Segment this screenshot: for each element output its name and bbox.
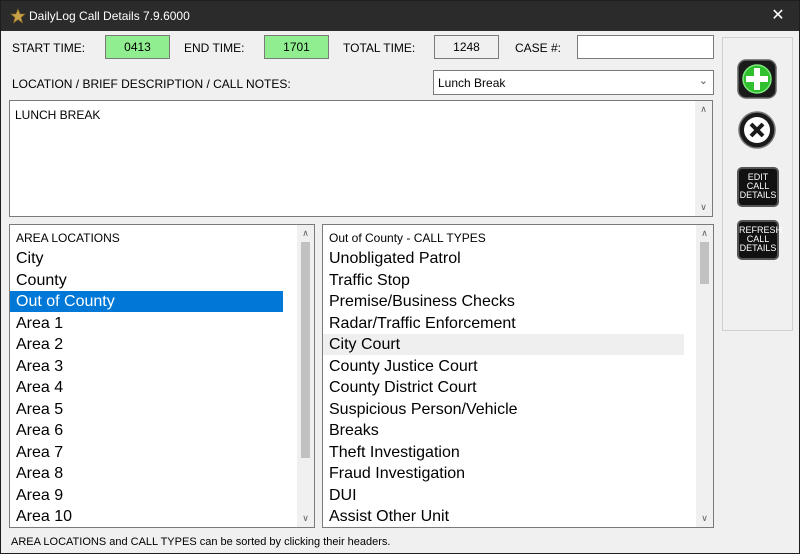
list-item[interactable]: Out of County	[10, 291, 283, 312]
notes-preset-dropdown[interactable]: Lunch Break ⌄	[433, 70, 714, 95]
scrollbar-thumb[interactable]	[301, 242, 310, 458]
area-locations-scrollbar[interactable]: ∧ ∨	[297, 225, 314, 527]
list-item[interactable]: Area 6	[10, 420, 283, 441]
close-window-button[interactable]: ✕	[763, 4, 793, 28]
list-item[interactable]: Fraud Investigation	[323, 463, 684, 484]
list-item[interactable]: Area 9	[10, 485, 283, 506]
total-time-label: TOTAL TIME:	[343, 41, 416, 55]
star-badge-icon	[10, 8, 26, 24]
scrollbar-thumb[interactable]	[700, 242, 709, 284]
call-details-window: DailyLog Call Details 7.9.6000 ✕ START T…	[0, 0, 800, 554]
end-time-field[interactable]: 1701	[264, 35, 329, 59]
start-time-field[interactable]: 0413	[105, 35, 170, 59]
edit-button-line-3: DETAILS	[739, 190, 777, 200]
edit-call-details-button[interactable]: EDIT CALL DETAILS	[737, 167, 779, 207]
list-item[interactable]: Area 4	[10, 377, 283, 398]
list-item[interactable]: Premise/Business Checks	[323, 291, 684, 312]
scroll-up-icon[interactable]: ∧	[696, 225, 713, 242]
list-item[interactable]: Area 1	[10, 313, 283, 334]
list-item[interactable]: Area 10	[10, 506, 283, 527]
area-locations-list[interactable]: AREA LOCATIONS City County Out of County…	[9, 224, 315, 528]
delete-call-button[interactable]	[737, 110, 777, 150]
case-number-label: CASE #:	[515, 41, 562, 55]
list-item[interactable]: Area 7	[10, 442, 283, 463]
start-time-label: START TIME:	[12, 41, 86, 55]
refresh-call-details-button[interactable]: REFRESH CALL DETAILS	[737, 220, 782, 260]
list-item[interactable]: DUI	[323, 485, 684, 506]
case-number-input[interactable]	[577, 35, 714, 59]
window-title: DailyLog Call Details 7.9.6000	[29, 9, 190, 23]
list-item[interactable]: Suspicious Person/Vehicle	[323, 399, 684, 420]
list-item[interactable]: Theft Investigation	[323, 442, 684, 463]
notes-scrollbar[interactable]: ∧ ∨	[695, 101, 712, 216]
list-item[interactable]: Area 5	[10, 399, 283, 420]
refresh-button-line-3: DETAILS	[739, 243, 777, 253]
end-time-label: END TIME:	[184, 41, 245, 55]
total-time-field: 1248	[434, 35, 499, 59]
scroll-up-icon[interactable]: ∧	[695, 101, 712, 118]
list-item[interactable]: Assist Other Unit	[323, 506, 684, 527]
white-x-icon	[738, 111, 776, 149]
scroll-down-icon[interactable]: ∨	[297, 510, 314, 527]
list-item[interactable]: Area 8	[10, 463, 283, 484]
list-item[interactable]: Breaks	[323, 420, 684, 441]
list-item[interactable]: Area 2	[10, 334, 283, 355]
scroll-down-icon[interactable]: ∨	[695, 199, 712, 216]
list-item[interactable]: County	[10, 270, 283, 291]
title-bar[interactable]: DailyLog Call Details 7.9.6000 ✕	[1, 1, 799, 31]
call-types-header[interactable]: Out of County - CALL TYPES	[329, 231, 486, 245]
chevron-down-icon: ⌄	[698, 75, 708, 87]
list-item[interactable]: Radar/Traffic Enforcement	[323, 313, 684, 334]
scroll-up-icon[interactable]: ∧	[297, 225, 314, 242]
list-item[interactable]: City Court	[323, 334, 684, 355]
green-plus-icon	[737, 59, 777, 99]
call-types-scrollbar[interactable]: ∧ ∨	[696, 225, 713, 527]
scroll-down-icon[interactable]: ∨	[696, 510, 713, 527]
notes-label: LOCATION / BRIEF DESCRIPTION / CALL NOTE…	[12, 77, 291, 91]
list-item[interactable]: City	[10, 248, 283, 269]
list-item[interactable]: Traffic Stop	[323, 270, 684, 291]
call-notes-text: LUNCH BREAK	[15, 108, 101, 122]
status-hint: AREA LOCATIONS and CALL TYPES can be sor…	[11, 536, 391, 548]
add-call-button[interactable]	[737, 59, 777, 99]
list-item[interactable]: County District Court	[323, 377, 684, 398]
call-notes-textarea[interactable]: LUNCH BREAK ∧ ∨	[9, 100, 713, 217]
notes-preset-value: Lunch Break	[438, 76, 506, 90]
list-item[interactable]: Unobligated Patrol	[323, 248, 684, 269]
call-types-list[interactable]: Out of County - CALL TYPES Unobligated P…	[322, 224, 714, 528]
list-item[interactable]: County Justice Court	[323, 356, 684, 377]
area-locations-header[interactable]: AREA LOCATIONS	[16, 231, 120, 245]
list-item[interactable]: Area 3	[10, 356, 283, 377]
